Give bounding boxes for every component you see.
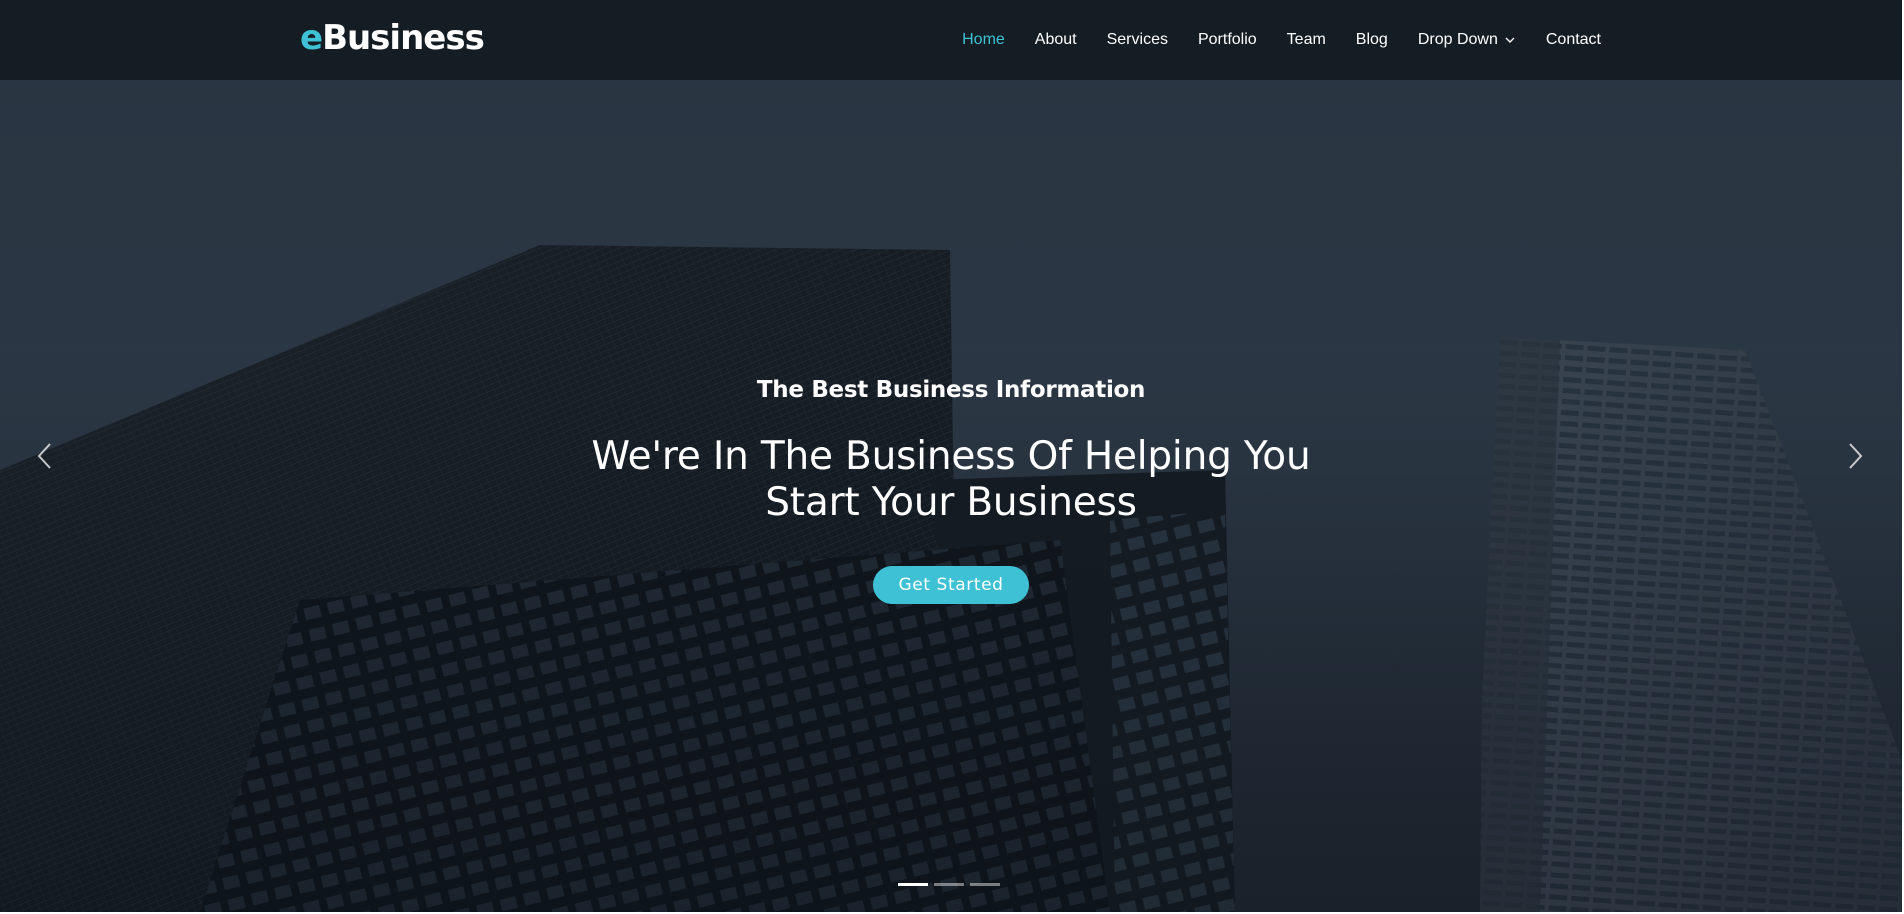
carousel-indicators <box>898 883 1000 886</box>
carousel-indicator-2[interactable] <box>934 883 964 886</box>
nav-item-services[interactable]: Services <box>1092 0 1183 80</box>
logo-accent-text: e <box>300 18 323 58</box>
carousel-indicator-1[interactable] <box>898 883 928 886</box>
page: eBusiness Home About Services Portfolio … <box>0 0 1904 914</box>
nav-item-blog[interactable]: Blog <box>1341 0 1403 80</box>
chevron-left-icon <box>37 443 51 469</box>
nav-item-contact[interactable]: Contact <box>1531 0 1601 80</box>
logo-text: Business <box>322 18 485 58</box>
chevron-right-icon <box>1849 443 1863 469</box>
site-header: eBusiness Home About Services Portfolio … <box>0 0 1902 80</box>
carousel-prev-button[interactable] <box>26 436 66 476</box>
main-nav: Home About Services Portfolio Team Blog … <box>947 0 1601 80</box>
nav-item-team[interactable]: Team <box>1272 0 1341 80</box>
nav-item-about[interactable]: About <box>1020 0 1092 80</box>
get-started-button[interactable]: Get Started <box>873 566 1029 604</box>
carousel-indicator-3[interactable] <box>970 883 1000 886</box>
hero-content: The Best Business Information We're In T… <box>0 372 1902 604</box>
nav-item-drop-down[interactable]: Drop Down <box>1403 0 1531 80</box>
carousel-next-button[interactable] <box>1834 436 1874 476</box>
chevron-down-icon <box>1505 37 1515 43</box>
site-logo[interactable]: eBusiness <box>300 14 485 62</box>
hero-headline: We're In The Business Of Helping You Sta… <box>591 434 1311 525</box>
hero-kicker: The Best Business Information <box>756 377 1146 403</box>
nav-item-home[interactable]: Home <box>947 0 1020 80</box>
nav-item-portfolio[interactable]: Portfolio <box>1183 0 1272 80</box>
nav-item-drop-down-label: Drop Down <box>1417 31 1498 48</box>
